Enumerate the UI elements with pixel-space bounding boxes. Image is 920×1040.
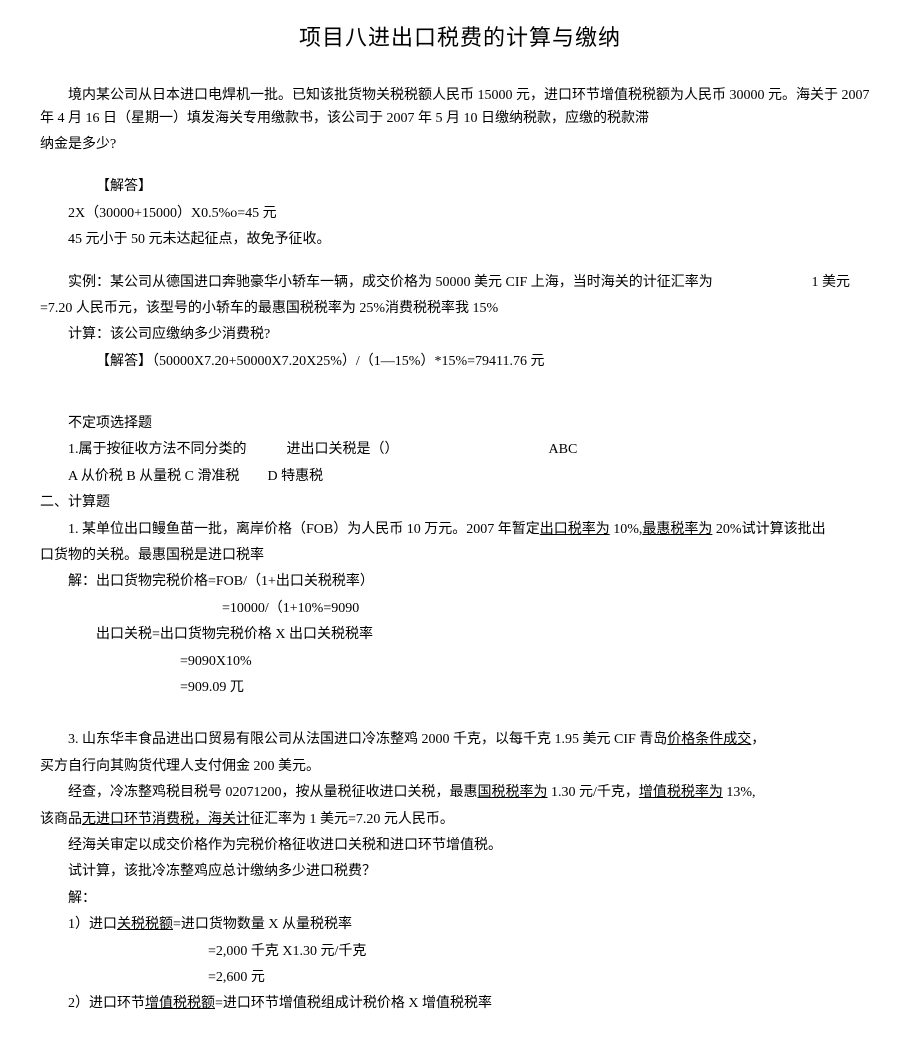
- q1-l2: =10000/（1+10%=9090: [222, 598, 880, 620]
- q3-e: 经海关审定以成交价格作为完税价格征收进口关税和进口环节增值税。: [40, 835, 880, 857]
- q3-u1: 价格条件成交: [667, 732, 751, 747]
- q3-line1: 3. 山东华丰食品进出口贸易有限公司从法国进口冷冻整鸡 2000 千克，以每千克…: [40, 729, 880, 751]
- ex2-ans: 【解答】（50000X7.20+50000X7.20X25%）/（1—15%）*…: [40, 351, 880, 373]
- answer1-line2: 45 元小于 50 元未达起征点，故免予征收。: [40, 229, 880, 251]
- ex2-b: =7.20 人民币元，该型号的小轿车的最惠国税税率为 25%消费税税率我 15%: [40, 298, 880, 320]
- q1-u1: 出口税率为: [540, 522, 610, 537]
- q3-d: 该商品无进口环节消费税，海关计征汇率为 1 美元=7.20 元人民币。: [40, 809, 880, 831]
- answer-label: 【解答】: [40, 176, 880, 198]
- problem-1-cont: 纳金是多少?: [40, 134, 880, 156]
- q1-l4: =9090X10%: [180, 651, 880, 673]
- q1-u2: 最惠税率为: [642, 522, 712, 537]
- q3-a: 3. 山东华丰食品进出口贸易有限公司从法国进口冷冻整鸡 2000 千克，以每千克…: [68, 732, 667, 747]
- q1-l5: =909.09 兀: [180, 677, 880, 699]
- mc-question-row: 1.属于按征收方法不同分类的 进出口关税是（） ABC: [40, 439, 880, 461]
- q3-d1: 该商品: [40, 812, 82, 827]
- mc-options: A 从价税 B 从量税 C 滑准税 D 特惠税: [40, 466, 880, 488]
- q1-l3: 出口关税=出口货物完税价格 X 出口关税税率: [40, 624, 880, 646]
- q3-c1: 经查，冷冻整鸡税目税号 02071200，按从量税征收进口关税，最惠: [68, 785, 478, 800]
- q3-u4: 无进口环节消费税，海关计: [82, 812, 250, 827]
- q1-line1: 1. 某单位出口鳗鱼苗一批，离岸价格（FOB）为人民币 10 万元。2007 年…: [40, 519, 880, 541]
- q3-f: 试计算，该批冷冻整鸡应总计缴纳多少进口税费？: [40, 861, 880, 883]
- answer1-line1: 2X（30000+15000）X0.5%o=45 元: [40, 203, 880, 225]
- q3-a2: ，: [751, 732, 765, 747]
- q3-c2: 1.30 元/千克，: [548, 785, 639, 800]
- q3-c3: 13%,: [723, 785, 756, 800]
- q3-i1a: 2）进口环节: [68, 996, 145, 1011]
- mc-q-a: 1.属于按征收方法不同分类的: [68, 439, 247, 461]
- q1-c: 20%试计算该批出: [712, 522, 825, 537]
- problem-1-text: 境内某公司从日本进口电焊机一批。已知该批货物关税税额人民币 15000 元，进口…: [40, 85, 880, 130]
- p1-line1: 境内某公司从日本进口电焊机一批。已知该批货物关税税额人民币 15000 元，进口…: [40, 88, 870, 125]
- q1-a: 1. 某单位出口鳗鱼苗一批，离岸价格（FOB）为人民币 10 万元。2007 年…: [68, 522, 540, 537]
- q3-h1b: =进口货物数量 X 从量税税率: [173, 917, 352, 932]
- q3-i1: 2）进口环节增值税税额=进口环节增值税组成计税价格 X 增值税税率: [40, 993, 880, 1015]
- ex2-a: 实例：某公司从德国进口奔驰豪华小轿车一辆，成交价格为 50000 美元 CIF …: [40, 272, 713, 294]
- q1-b: 10%,: [610, 522, 643, 537]
- page-title: 项目八进出口税费的计算与缴纳: [40, 20, 880, 55]
- mc-q-b: 进出口关税是（）: [287, 439, 399, 461]
- example2-row: 实例：某公司从德国进口奔驰豪华小轿车一辆，成交价格为 50000 美元 CIF …: [40, 272, 880, 294]
- section2-heading: 二、计算题: [40, 492, 880, 514]
- mc-heading: 不定项选择题: [40, 413, 880, 435]
- q3-u3: 增值税税率为: [639, 785, 723, 800]
- q3-i1u: 增值税税额: [145, 996, 215, 1011]
- q3-h1: 1）进口关税税额=进口货物数量 X 从量税税率: [40, 914, 880, 936]
- q3-h1a: 1）进口: [68, 917, 117, 932]
- q1-l1: 解：出口货物完税价格=FOB/（1+出口关税税率）: [40, 571, 880, 593]
- mc-answer: ABC: [549, 439, 578, 461]
- q1-d: 口货物的关税。最惠国税是进口税率: [40, 545, 880, 567]
- q3-g: 解：: [40, 888, 880, 910]
- q3-i1b: =进口环节增值税组成计税价格 X 增值税税率: [215, 996, 492, 1011]
- q3-h3: =2,600 元: [208, 967, 880, 989]
- q3-u2: 国税税率为: [478, 785, 548, 800]
- q3-h1u: 关税税额: [117, 917, 173, 932]
- ex2-c: 计算：该公司应缴纳多少消费税?: [40, 324, 880, 346]
- ex2-a-tail: 1 美元: [812, 272, 881, 294]
- q3-b: 买方自行向其购货代理人支付佣金 200 美元。: [40, 756, 880, 778]
- q3-c: 经查，冷冻整鸡税目税号 02071200，按从量税征收进口关税，最惠国税税率为 …: [40, 782, 880, 804]
- q3-h2: =2,000 千克 X1.30 元/千克: [208, 941, 880, 963]
- q3-d2: 征汇率为 1 美元=7.20 元人民币。: [250, 812, 454, 827]
